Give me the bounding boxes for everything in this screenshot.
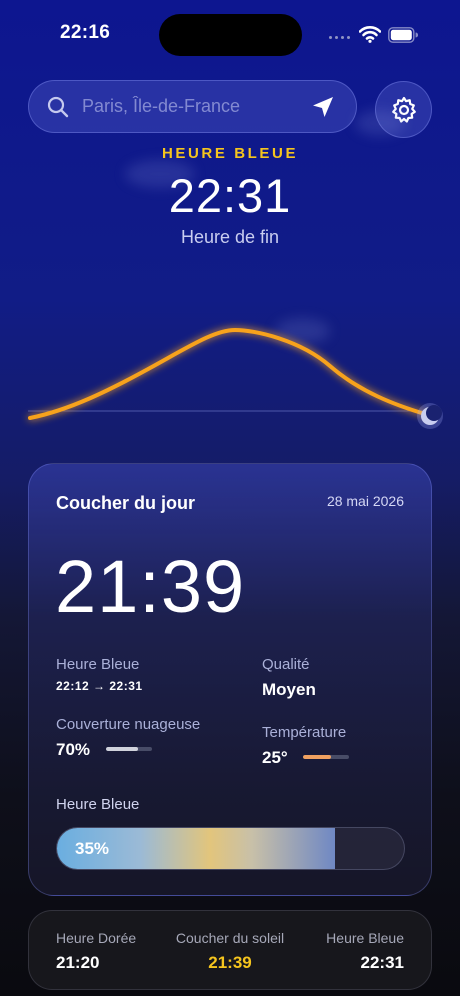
blue-hour-end-value: 22:31: [360, 953, 404, 972]
signal-icon: [329, 36, 353, 42]
blue-hour-progress: 35%: [56, 827, 405, 870]
cloud-cover-bar: [106, 747, 152, 751]
sunset-card: Coucher du jour 28 mai 2026 21:39 Heure …: [28, 463, 432, 896]
battery-icon: [388, 27, 418, 43]
blue-hour-label: Heure Bleue: [56, 656, 140, 673]
temperature-value: 25°: [262, 748, 288, 767]
quality-value: Moyen: [262, 680, 316, 699]
search-bar[interactable]: [28, 80, 357, 133]
temperature-label: Température: [262, 724, 347, 741]
sun-curve-line: [28, 327, 427, 420]
status-time: 22:16: [60, 22, 111, 43]
search-input[interactable]: [82, 81, 302, 132]
cloud-decoration: [355, 110, 405, 136]
wifi-icon: [359, 26, 381, 43]
status-bar: 22:16: [0, 0, 460, 70]
quality-label: Qualité: [262, 656, 310, 673]
cloud-cover-value: 70%: [56, 740, 91, 759]
sun-path-curve: [28, 327, 443, 429]
blue-hour-end-label: Heure Bleue: [326, 930, 404, 946]
cloud-cover-label: Couverture nuageuse: [56, 716, 201, 733]
temperature-bar-fill: [303, 755, 331, 759]
sunset-time: 21:39: [55, 545, 246, 628]
summary-card: Heure Dorée 21:20 Coucher du soleil 21:3…: [28, 910, 432, 990]
temperature-bar: [303, 755, 349, 759]
phase-label: HEURE BLEUE: [161, 145, 299, 162]
phase-time: 22:31: [168, 169, 292, 222]
card-date: 28 mai 2026: [326, 493, 404, 509]
progress-label: Heure Bleue: [56, 796, 140, 813]
location-arrow-icon[interactable]: [311, 95, 335, 119]
moon-icon: [417, 403, 443, 429]
card-title: Coucher du jour: [56, 493, 195, 513]
search-icon: [47, 96, 69, 118]
progress-value: 35%: [75, 839, 110, 858]
phase-subtitle: Heure de fin: [180, 227, 280, 247]
dynamic-island: [159, 14, 302, 56]
cloud-cover-bar-fill: [106, 747, 139, 751]
blue-hour-value: 22:12 → 22:31: [56, 679, 143, 693]
